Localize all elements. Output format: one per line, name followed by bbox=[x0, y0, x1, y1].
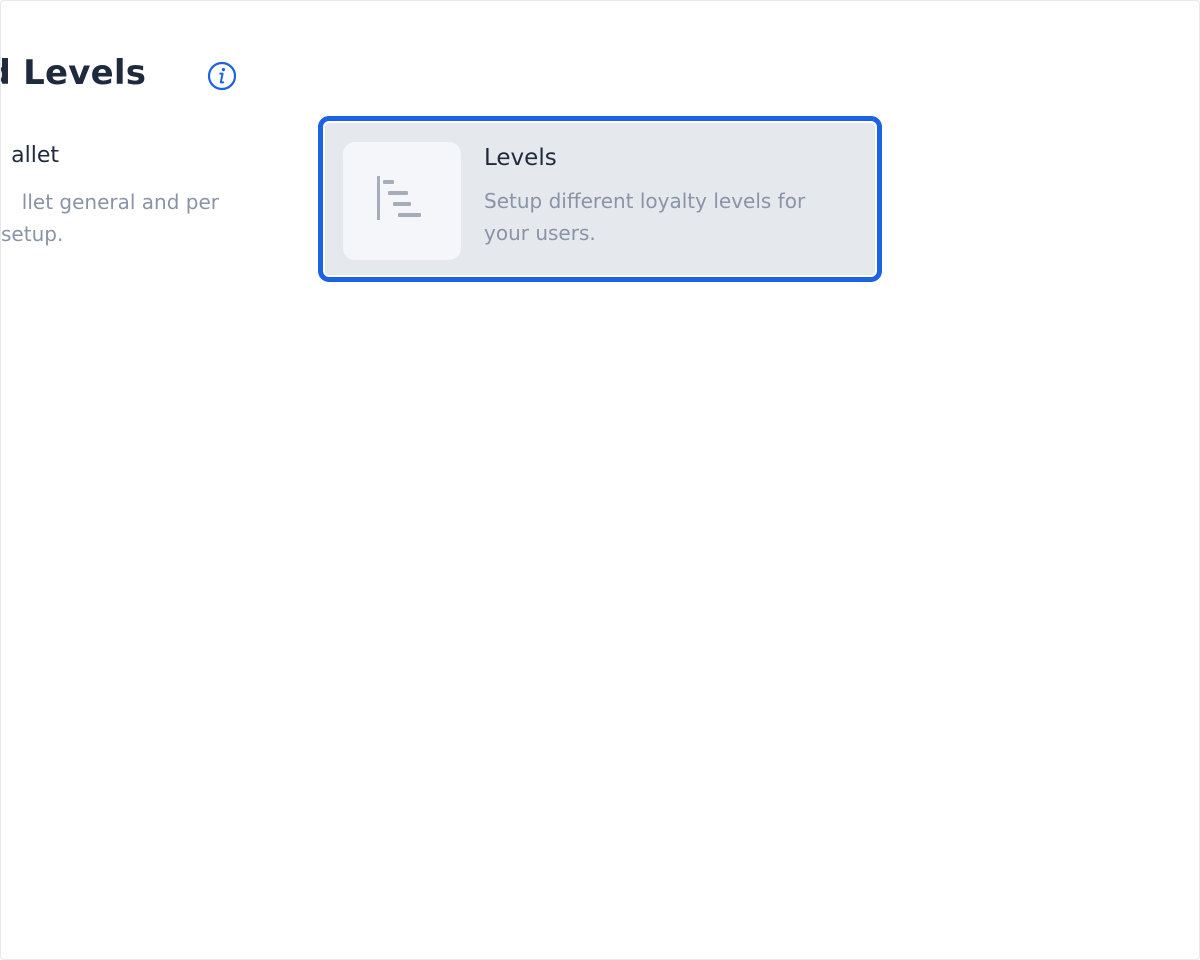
levels-card-description: Setup different loyalty levels for your … bbox=[484, 189, 806, 245]
levels-card-title: Levels bbox=[484, 145, 557, 171]
levels-bars-icon bbox=[377, 176, 421, 220]
page-frame: and Levels allet llet general and per se… bbox=[0, 0, 1200, 960]
info-icon[interactable] bbox=[207, 61, 237, 91]
levels-card[interactable]: Levels Setup different loyalty levels fo… bbox=[318, 116, 882, 282]
wallet-card[interactable]: allet llet general and per setup. bbox=[1, 141, 255, 261]
wallet-card-description-line: llet general and per bbox=[21, 190, 219, 214]
levels-icon-tile bbox=[343, 142, 461, 260]
page-title: and Levels bbox=[1, 53, 147, 93]
wallet-card-description-line: setup. bbox=[1, 222, 64, 246]
wallet-card-description: llet general and per setup. bbox=[1, 186, 219, 250]
wallet-card-title: allet bbox=[11, 143, 59, 168]
